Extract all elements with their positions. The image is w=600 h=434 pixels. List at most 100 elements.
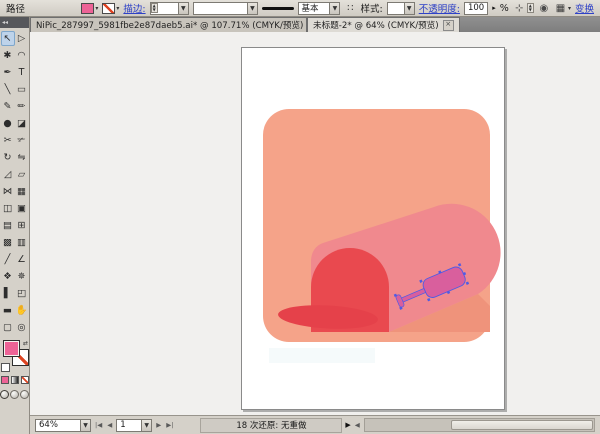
slice-tool[interactable]: ▬ (1, 303, 15, 318)
drawing-mode-buttons (0, 390, 29, 399)
collapse-panel-icon[interactable]: ◂◂ (2, 19, 8, 26)
next-artboard-button[interactable]: ▶ (155, 421, 162, 429)
dropdown-arrow-icon[interactable]: ▼ (80, 419, 90, 431)
tools-panel-header[interactable]: ◂◂ (0, 17, 29, 28)
last-artboard-button[interactable]: ▶| (165, 421, 174, 429)
canvas-area[interactable] (30, 32, 600, 415)
pen-tool[interactable]: ✒ (1, 65, 15, 80)
selection-tool[interactable]: ↖ (0, 31, 15, 46)
lasso-tool[interactable]: ◠ (15, 48, 29, 63)
gradient-button[interactable] (10, 376, 19, 384)
reflect-tool[interactable]: ⇋ (15, 150, 29, 165)
default-fill-stroke-icon[interactable] (1, 363, 10, 372)
fill-swatch[interactable] (81, 2, 95, 14)
tab-close-icon[interactable]: × (442, 19, 454, 31)
scroll-left-arrow-icon[interactable]: ◀ (354, 421, 361, 429)
stroke-color-picker[interactable]: ▾ (102, 2, 119, 14)
dropdown-arrow-icon[interactable]: ▼ (141, 419, 152, 431)
shear-tool[interactable]: ▱ (15, 167, 29, 182)
dropdown-arrow-icon[interactable]: ▼ (403, 2, 414, 14)
gradient-tool[interactable]: ▥ (15, 235, 29, 250)
scale-tool[interactable]: ◿ (1, 167, 15, 182)
opacity-input[interactable]: 100 (463, 1, 489, 15)
horizontal-scrollbar[interactable] (363, 418, 595, 432)
swap-fill-stroke-icon[interactable]: ⇄ (23, 340, 28, 347)
draw-inside-button[interactable] (20, 390, 29, 399)
brush-options-icon[interactable]: ∷ (344, 2, 356, 15)
stepper-icon[interactable]: ▲ ▼ (150, 3, 158, 13)
line-segment-tool[interactable]: ╲ (1, 82, 15, 97)
none-button[interactable] (20, 376, 29, 384)
live-paint-bucket-tool[interactable]: ▣ (15, 201, 29, 216)
stroke-panel-link[interactable]: 描边: (123, 1, 145, 15)
hand-tool[interactable]: ✋ (15, 303, 29, 318)
artboard-number-combo[interactable]: 1 ▼ (116, 418, 153, 432)
artboard-tool[interactable]: ◰ (15, 286, 29, 301)
tools-panel: ◂◂ ↖ ▷ ✱ ◠ ✒ T ╲ ▭ ✎ ✏ ● ◪ ✂ ✃ ↻ ⇋ ◿ ▱ ⋈ ▦ ◫ ▣ ▤ ⊞ ▩ ▥ ╱ ∠ ❖ ✵ ▌ ◰ ▬ ✋ ▢ ◎ … (0, 17, 30, 434)
magic-wand-tool[interactable]: ✱ (1, 48, 15, 63)
zoom-tool[interactable]: ◎ (15, 320, 29, 335)
raster-options[interactable]: ▦ ▾ (554, 2, 571, 15)
tab-label: 未标题-2* @ 64% (CMYK/预览) (313, 21, 439, 31)
color-button[interactable] (0, 376, 9, 384)
align-anchor-icon[interactable]: ⊹ (513, 2, 526, 15)
free-transform-tool[interactable]: ▦ (15, 184, 29, 199)
rectangle-tool[interactable]: ▭ (15, 82, 29, 97)
blend-tool[interactable]: ❖ (1, 269, 15, 284)
dropdown-arrow-icon[interactable]: ▼ (329, 2, 340, 14)
opacity-stepper-icon[interactable]: ▸ (492, 4, 496, 12)
live-paint-selection-tool[interactable]: ▤ (1, 218, 15, 233)
stepper-icon[interactable]: ▲ ▼ (526, 3, 534, 13)
prev-artboard-button[interactable]: ◀ (106, 421, 113, 429)
shape-builder-tool[interactable]: ◫ (1, 201, 15, 216)
first-artboard-button[interactable]: |◀ (94, 421, 103, 429)
draw-behind-button[interactable] (10, 390, 19, 399)
control-bar: 路径 ▾ ▾ 描边: ▲ ▼ ▼ ▼ 基本 ▼ ∷ 样式: ▼ 不透明度: 100 (0, 0, 600, 17)
recolor-artwork-icon[interactable]: ◉ (538, 2, 550, 15)
stroke-none-swatch[interactable] (102, 2, 116, 14)
eyedropper-tool[interactable]: ╱ (1, 252, 15, 267)
dropdown-arrow-icon[interactable]: ▼ (246, 2, 257, 14)
eraser-tool[interactable]: ◪ (15, 116, 29, 131)
symbol-sprayer-tool[interactable]: ✵ (15, 269, 29, 284)
width-tool[interactable]: ⋈ (1, 184, 15, 199)
dropdown-arrow-icon[interactable]: ▾ (116, 5, 119, 12)
column-graph-tool[interactable]: ▌ (1, 286, 15, 301)
stroke-weight-combo[interactable]: ▲ ▼ ▼ (149, 1, 189, 15)
fill-color-picker[interactable]: ▾ (81, 2, 98, 14)
dropdown-arrow-icon[interactable]: ▾ (95, 5, 98, 12)
artboard[interactable] (241, 47, 505, 410)
type-tool[interactable]: T (15, 65, 29, 80)
scissors-tool[interactable]: ✂ (1, 133, 15, 148)
transform-link[interactable]: 变换 (575, 1, 594, 15)
blob-brush-tool[interactable]: ● (1, 116, 15, 131)
knife-tool[interactable]: ✃ (15, 133, 29, 148)
width-profile-combo[interactable]: ▼ (192, 1, 258, 15)
mesh-tool[interactable]: ▩ (1, 235, 15, 250)
pencil-tool[interactable]: ✏ (15, 99, 29, 114)
tab-document-2[interactable]: 未标题-2* @ 64% (CMYK/预览) × (307, 17, 460, 32)
dropdown-arrow-icon[interactable]: ▾ (568, 5, 571, 12)
status-menu-arrow-icon[interactable]: ▶ (345, 421, 350, 429)
style-label: 样式: (360, 4, 383, 15)
faint-band (269, 348, 375, 363)
zoom-level-combo[interactable]: 64% ▼ (35, 418, 91, 432)
rotate-tool[interactable]: ↻ (1, 150, 15, 165)
direct-selection-tool[interactable]: ▷ (15, 31, 29, 46)
tab-label: NiPic_287997_5981fbe2e87daeb5.ai* @ 107.… (36, 21, 304, 31)
align-options[interactable]: ⊹ ▲ ▼ (513, 2, 534, 15)
tab-document-1[interactable]: NiPic_287997_5981fbe2e87daeb5.ai* @ 107.… (30, 17, 307, 32)
raster-effects-icon[interactable]: ▦ (554, 2, 567, 15)
brush-definition-combo[interactable]: 基本 ▼ (297, 1, 341, 15)
fill-proxy-swatch[interactable] (3, 340, 20, 357)
measure-tool[interactable]: ∠ (15, 252, 29, 267)
paint-style-buttons (0, 376, 29, 384)
opacity-link[interactable]: 不透明度: (419, 1, 460, 15)
style-combo[interactable]: ▼ (386, 1, 415, 15)
draw-normal-button[interactable] (0, 390, 9, 399)
paintbrush-tool[interactable]: ✎ (1, 99, 15, 114)
print-tiling-tool[interactable]: ▢ (1, 320, 15, 335)
perspective-grid-tool[interactable]: ⊞ (15, 218, 29, 233)
horizontal-scrollbar-thumb[interactable] (451, 420, 593, 430)
dropdown-arrow-icon[interactable]: ▼ (177, 2, 188, 14)
